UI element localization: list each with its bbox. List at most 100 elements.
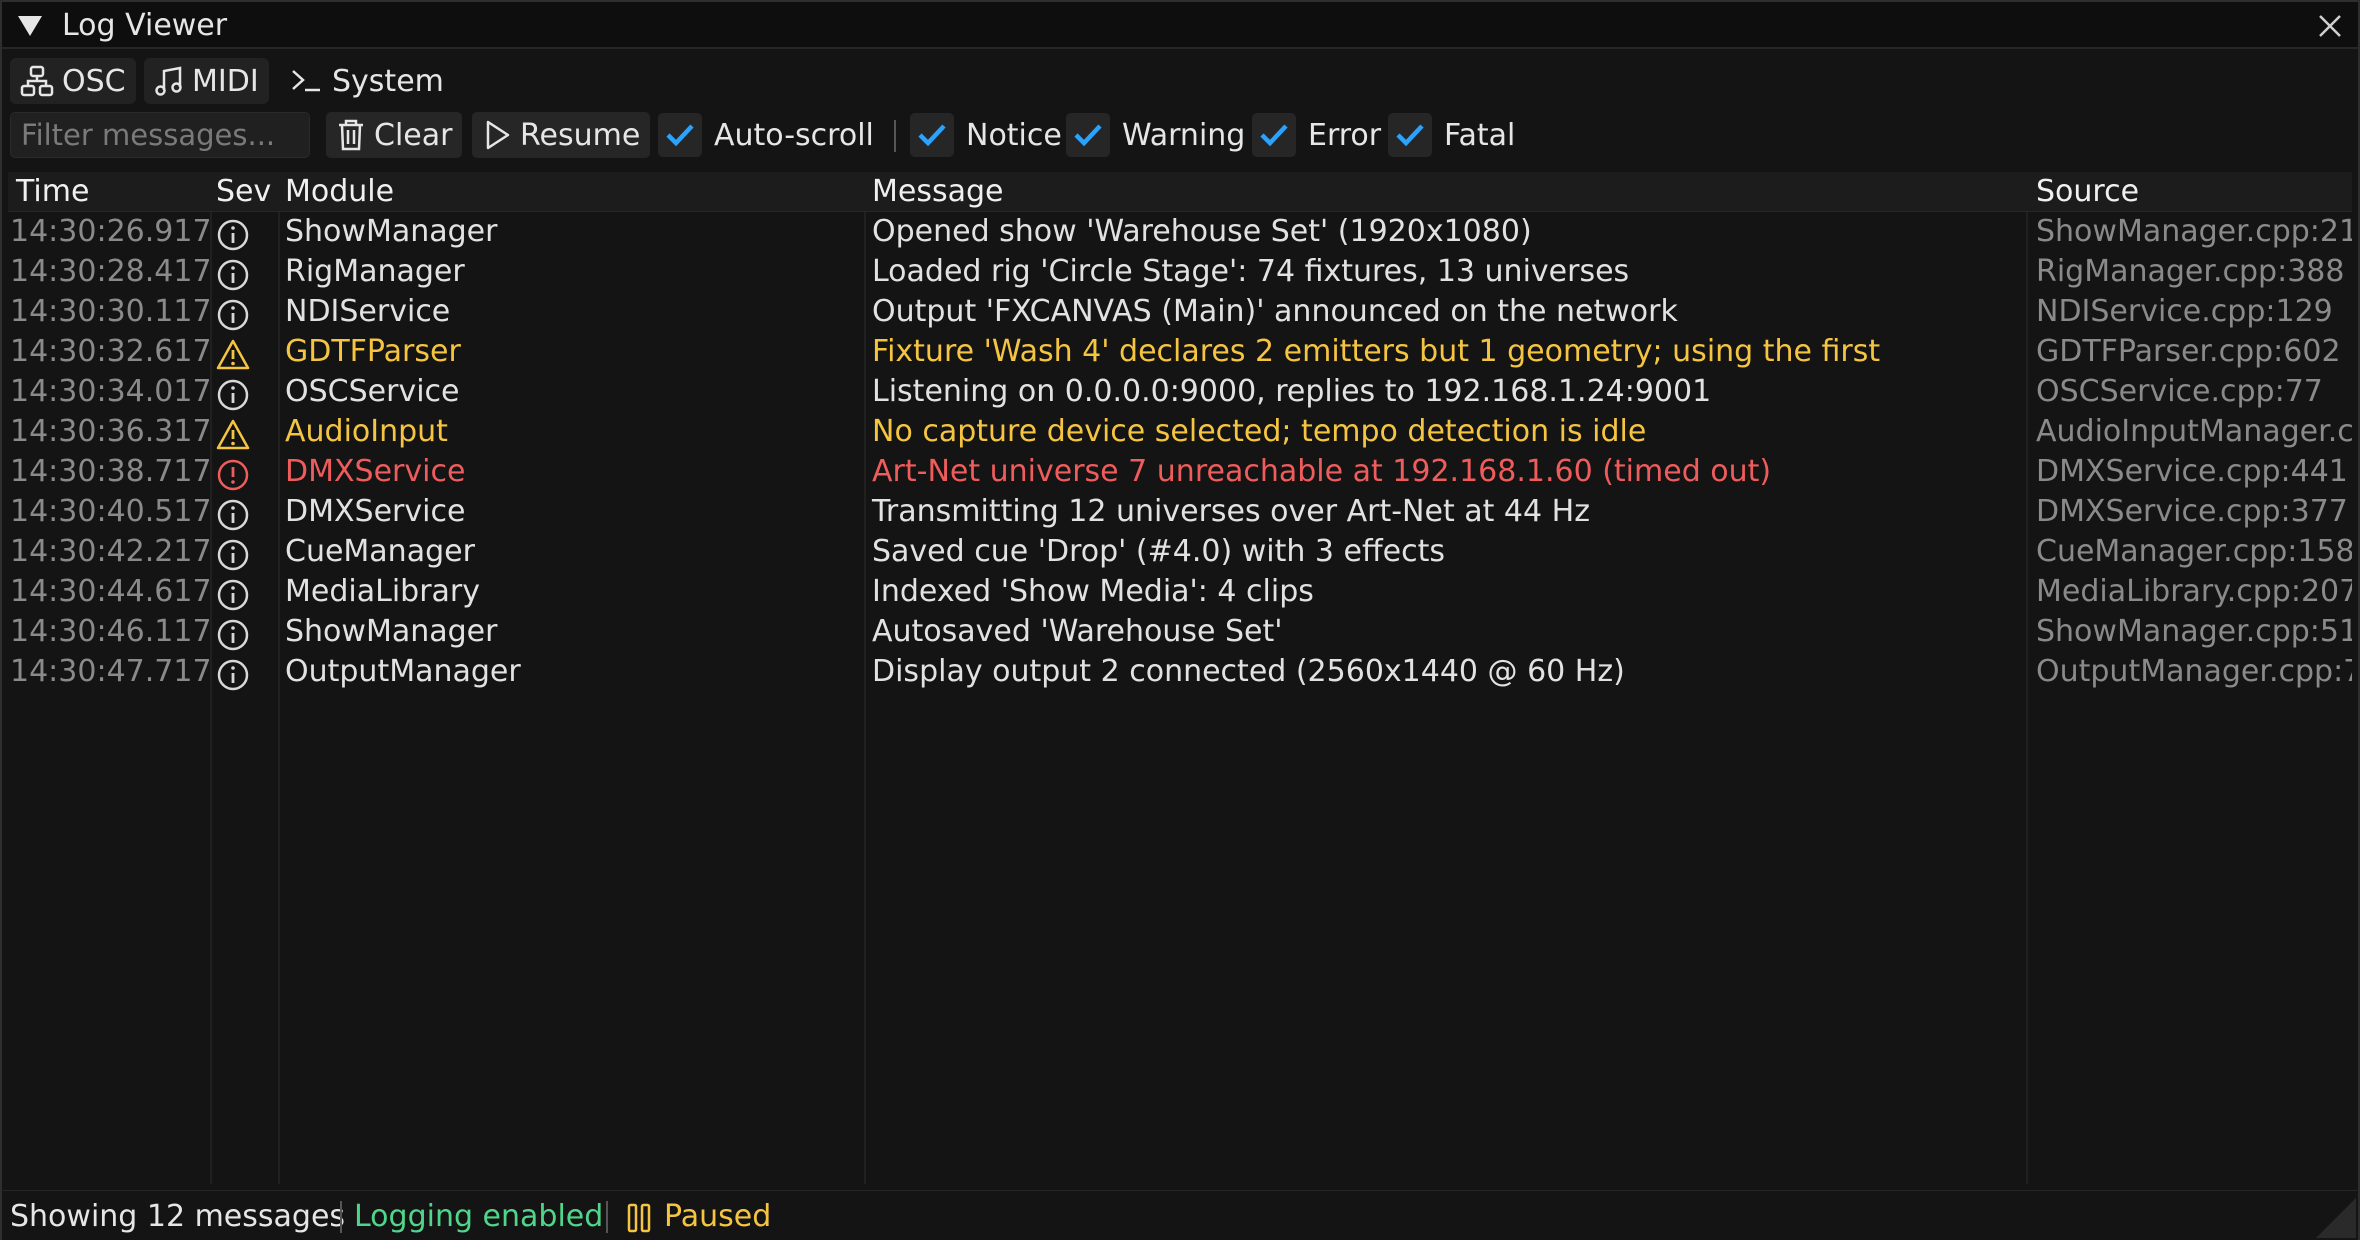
row-message: Art-Net universe 7 unreachable at 192.16… [872,454,1772,489]
log-table[interactable]: Time Sev Module Message Source 14:30:26.… [8,172,2352,1184]
warning-checkbox[interactable]: Warning [1066,112,1245,158]
resume-button[interactable]: Resume [472,112,651,158]
table-row[interactable]: 14:30:44.617 MediaLibrary Indexed 'Show Me… [8,572,2352,612]
row-module: OutputManager [285,654,521,689]
resize-grip-icon[interactable] [2316,1198,2356,1238]
notice-check-icon [910,113,954,157]
toolbar-divider [894,120,896,152]
table-row[interactable]: 14:30:28.417 RigManager Loaded rig 'Circle… [8,252,2352,292]
music-note-icon [155,66,182,96]
row-source: OSCService.cpp:77 [2036,374,2323,409]
row-module: OSCService [285,374,460,409]
table-row[interactable]: 14:30:40.517 DMXService Transmitting 12 un… [8,492,2352,532]
row-source-clip: RigManager.cpp:388 [2036,252,2352,292]
table-header: Time Sev Module Message Source [8,172,2352,212]
row-message: Saved cue 'Drop' (#4.0) with 3 effects [872,534,1445,569]
row-message: No capture device selected; tempo detect… [872,414,1647,449]
table-row[interactable]: 14:30:47.717 OutputManager Display output … [8,652,2352,692]
info-icon [216,658,250,692]
row-time: 14:30:40.517 [10,494,212,529]
row-time: 14:30:34.017 [10,374,212,409]
row-module: CueManager [285,534,475,569]
row-message: Autosaved 'Warehouse Set' [872,614,1283,649]
message-count: Showing 12 messages [10,1199,346,1234]
info-icon [216,578,250,612]
terminal-prompt-icon [292,70,320,92]
column-header-module[interactable]: Module [285,174,394,209]
status-bar: Showing 12 messages Logging enabled Paus… [2,1190,2358,1240]
info-icon [216,538,250,572]
row-source-clip: MediaLibrary.cpp:207 [2036,572,2352,612]
table-row[interactable]: 14:30:38.717 DMXService Art-Net universe 7… [8,452,2352,492]
row-time: 14:30:32.617 [10,334,212,369]
column-header-message[interactable]: Message [872,174,1003,209]
table-row[interactable]: 14:30:36.317 AudioInput No capture device … [8,412,2352,452]
collapse-triangle-icon[interactable] [16,14,44,38]
trash-icon [339,119,363,151]
warning-label: Warning [1122,117,1246,153]
row-source-clip: OSCService.cpp:77 [2036,372,2352,412]
row-source: DMXService.cpp:441 [2036,454,2348,489]
warning-icon [216,418,250,452]
tab-midi[interactable]: MIDI [144,58,269,104]
table-row[interactable]: 14:30:30.117 NDIService Output 'FXCANVAS (… [8,292,2352,332]
row-message: Listening on 0.0.0.0:9000, replies to 19… [872,374,1712,409]
row-source-clip: DMXService.cpp:441 [2036,452,2352,492]
filter-messages-input[interactable] [10,112,310,158]
info-icon [216,378,250,412]
row-source-clip: NDIService.cpp:129 [2036,292,2352,332]
paused-status: Paused [664,1199,772,1234]
table-row[interactable]: 14:30:46.117 ShowManager Autosaved 'Wareho… [8,612,2352,652]
row-source-clip: ShowManager.cpp:512 [2036,612,2352,652]
row-source-clip: AudioInputManager.cpp [2036,412,2352,452]
row-source: AudioInputManager.cpp [2036,414,2352,449]
row-module: GDTFParser [285,334,461,369]
column-header-sev[interactable]: Sev [216,174,271,209]
row-source-clip: GDTFParser.cpp:602 [2036,332,2352,372]
info-icon [216,218,250,252]
tab-system-label: System [332,63,444,99]
tab-system[interactable]: System [280,58,454,104]
error-checkbox[interactable]: Error [1252,112,1381,158]
row-source: NDIService.cpp:129 [2036,294,2333,329]
row-time: 14:30:42.217 [10,534,212,569]
autoscroll-checkbox[interactable]: Auto-scroll [658,112,874,158]
table-row[interactable]: 14:30:32.617 GDTFParser Fixture 'Wash 4' d… [8,332,2352,372]
title-bar[interactable]: Log Viewer [2,2,2358,49]
row-module: DMXService [285,494,466,529]
tab-osc-label: OSC [62,63,126,99]
column-header-source[interactable]: Source [2036,174,2139,209]
log-viewer-window: Log Viewer OSC MIDI System Filter messag… [0,0,2360,1240]
row-message: Loaded rig 'Circle Stage': 74 fixtures, … [872,254,1630,289]
clear-button[interactable]: Clear [326,112,463,158]
row-message: Opened show 'Warehouse Set' (1920x1080) [872,214,1532,249]
row-source: OutputManager.cpp:7 [2036,654,2352,689]
play-icon [486,120,510,150]
pause-icon [627,1203,651,1233]
close-icon[interactable] [2316,12,2344,40]
tab-osc[interactable]: OSC [10,58,136,104]
error-check-icon [1252,113,1296,157]
resume-button-label: Resume [520,117,641,153]
row-message: Output 'FXCANVAS (Main)' announced on th… [872,294,1678,329]
notice-checkbox[interactable]: Notice [910,112,1062,158]
row-time: 14:30:30.117 [10,294,212,329]
row-message: Transmitting 12 universes over Art-Net a… [872,494,1590,529]
clear-button-label: Clear [374,117,453,153]
column-header-time[interactable]: Time [16,174,89,209]
status-divider [340,1201,342,1233]
logging-status: Logging enabled [354,1199,604,1234]
row-time: 14:30:46.117 [10,614,212,649]
error-icon [216,458,250,492]
table-row[interactable]: 14:30:42.217 CueManager Saved cue 'Drop' (… [8,532,2352,572]
info-icon [216,298,250,332]
row-time: 14:30:44.617 [10,574,212,609]
table-row[interactable]: 14:30:26.917 ShowManager Opened show 'Ware… [8,212,2352,252]
row-module: RigManager [285,254,465,289]
row-source: CueManager.cpp:158 [2036,534,2352,569]
info-icon [216,498,250,532]
fatal-checkbox[interactable]: Fatal [1388,112,1515,158]
row-module: AudioInput [285,414,448,449]
table-row[interactable]: 14:30:34.017 OSCService Listening on 0.0.0… [8,372,2352,412]
notice-label: Notice [966,117,1062,153]
